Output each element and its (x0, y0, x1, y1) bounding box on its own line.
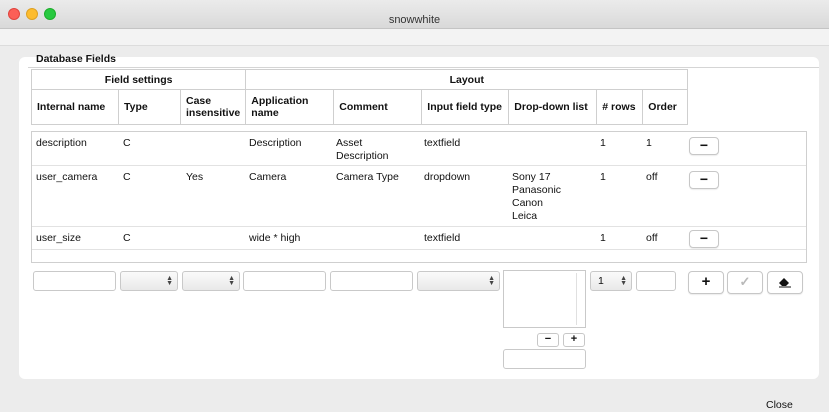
table-row[interactable]: user_camera C Yes Camera Camera Type dro… (32, 166, 806, 227)
cell-type: C (123, 171, 131, 183)
rows-select-value: 1 (598, 275, 604, 287)
cell-order: 1 (646, 137, 652, 149)
cell-order: off (646, 171, 658, 183)
application-name-input[interactable] (243, 271, 326, 291)
list-add-button[interactable]: + (563, 333, 585, 347)
cell-application-name: Description (249, 137, 302, 149)
chevron-up-down-icon: ▲ ▼ (620, 275, 627, 287)
group-field-settings: Field settings (30, 69, 247, 90)
cell-rows: 1 (600, 137, 606, 149)
plus-icon: + (570, 333, 578, 345)
col-dropdown-list: Drop-down list (508, 89, 598, 125)
col-rows: # rows (596, 89, 644, 125)
dropdown-option: Panasonic (512, 184, 562, 196)
clear-button[interactable] (767, 271, 803, 294)
comment-input[interactable] (330, 271, 413, 291)
section-divider (28, 67, 819, 68)
cell-dropdown-list: Sony 17 Panasonic Canon Leica (512, 171, 561, 223)
dropdown-option: Sony 17 (512, 171, 551, 183)
col-application-name: Application name (245, 89, 335, 125)
listbox-scrollbar[interactable] (576, 273, 582, 325)
table-row[interactable]: user_size C wide * high textfield 1 off … (32, 227, 806, 250)
rows-select[interactable]: 1 ▲ ▼ (590, 271, 632, 291)
internal-name-input[interactable] (33, 271, 116, 291)
cell-type: C (123, 232, 131, 244)
col-order: Order (642, 89, 689, 125)
close-button[interactable]: Close (766, 399, 793, 411)
dropdown-option: Leica (512, 210, 538, 222)
minus-icon: − (699, 137, 709, 153)
minus-icon: − (699, 171, 709, 187)
cell-application-name: Camera (249, 171, 287, 183)
list-entry-input[interactable] (503, 349, 586, 369)
apply-button[interactable]: ✓ (727, 271, 763, 294)
group-layout: Layout (245, 69, 689, 90)
toolbar-strip (0, 29, 829, 46)
col-case-insensitive: Case insensitive (179, 89, 247, 125)
cell-internal-name: user_size (36, 232, 81, 244)
cell-rows: 1 (600, 232, 606, 244)
cell-case-insensitive: Yes (186, 171, 204, 183)
chevron-up-down-icon: ▲ ▼ (166, 275, 173, 287)
remove-row-button[interactable]: − (689, 171, 719, 189)
cell-order: off (646, 232, 658, 244)
cell-input-field-type: dropdown (424, 171, 471, 183)
cell-comment: Asset Description (336, 137, 389, 162)
minus-icon: − (544, 333, 552, 345)
eraser-icon (779, 278, 791, 288)
col-type: Type (118, 89, 181, 125)
chevron-up-down-icon: ▲ ▼ (488, 275, 495, 287)
dropdown-option: Canon (512, 197, 543, 209)
cell-internal-name: user_camera (36, 171, 98, 183)
list-remove-button[interactable]: − (537, 333, 559, 347)
col-input-field-type: Input field type (421, 89, 510, 125)
dropdown-list-editor[interactable] (503, 270, 586, 328)
order-input[interactable] (636, 271, 676, 291)
col-internal-name: Internal name (31, 89, 119, 125)
minus-icon: − (699, 230, 709, 246)
cell-application-name: wide * high (249, 232, 301, 244)
table-row[interactable]: description C Description Asset Descript… (32, 132, 806, 166)
cell-input-field-type: textfield (424, 232, 461, 244)
type-select[interactable]: ▲ ▼ (120, 271, 178, 291)
cell-input-field-type: textfield (424, 137, 461, 149)
input-field-type-select[interactable]: ▲ ▼ (417, 271, 500, 291)
checkmark-icon: ✓ (739, 274, 751, 289)
cell-comment: Camera Type (336, 171, 399, 183)
cell-type: C (123, 137, 131, 149)
add-field-button[interactable]: + (688, 271, 724, 294)
fields-table-body: description C Description Asset Descript… (31, 131, 807, 263)
col-comment: Comment (333, 89, 423, 125)
case-insensitive-select[interactable]: ▲ ▼ (182, 271, 240, 291)
plus-icon: + (701, 273, 711, 290)
cell-rows: 1 (600, 171, 606, 183)
window-title: snowwhite (388, 14, 441, 26)
remove-row-button[interactable]: − (689, 230, 719, 248)
section-title: Database Fields (36, 53, 116, 65)
remove-row-button[interactable]: − (689, 137, 719, 155)
chevron-up-down-icon: ▲ ▼ (228, 275, 235, 287)
table-header: Field settings Layout Internal name Type… (30, 69, 689, 125)
cell-internal-name: description (36, 137, 87, 149)
